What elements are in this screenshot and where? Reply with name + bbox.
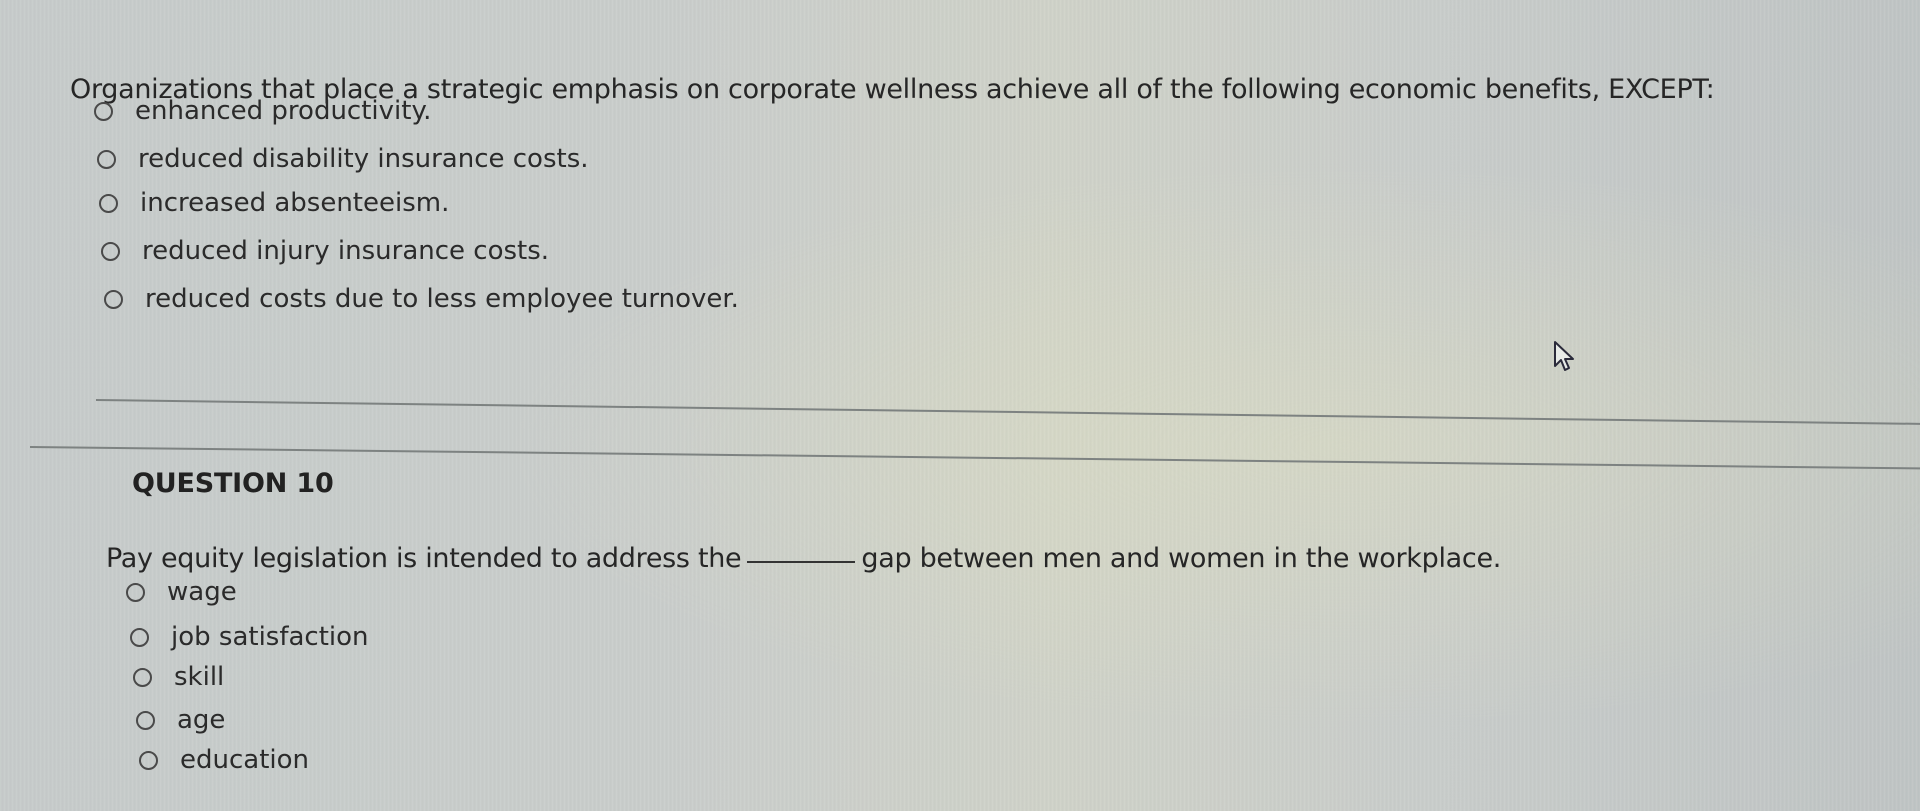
q9-option-1[interactable]: enhanced productivity.	[94, 96, 431, 126]
radio-icon[interactable]	[97, 149, 116, 169]
q9-option-5[interactable]: reduced costs due to less employee turno…	[104, 284, 739, 314]
q10-option-1-label: wage	[167, 577, 237, 607]
q9-option-3[interactable]: increased absenteeism.	[99, 188, 449, 218]
section-divider-top	[95, 399, 1920, 425]
section-divider-bottom	[29, 446, 1920, 470]
radio-icon[interactable]	[133, 667, 152, 687]
answer-blank	[747, 561, 856, 563]
radio-icon[interactable]	[94, 101, 113, 121]
q10-option-5-label: education	[180, 745, 310, 775]
q9-option-4[interactable]: reduced injury insurance costs.	[101, 236, 549, 266]
q9-option-4-label: reduced injury insurance costs.	[142, 236, 550, 266]
prompt-before-blank: Pay equity legislation is intended to ad…	[106, 543, 742, 574]
question-10-prompt: Pay equity legislation is intended to ad…	[106, 543, 1501, 574]
radio-icon[interactable]	[136, 710, 155, 730]
radio-icon[interactable]	[126, 582, 145, 602]
q10-option-2-label: job satisfaction	[171, 622, 369, 652]
q10-option-3-label: skill	[174, 662, 225, 692]
prompt-after-blank: gap between men and women in the workpla…	[861, 543, 1502, 574]
radio-icon[interactable]	[139, 750, 158, 770]
q9-option-5-label: reduced costs due to less employee turno…	[145, 284, 739, 314]
radio-icon[interactable]	[130, 627, 149, 647]
q9-option-2[interactable]: reduced disability insurance costs.	[97, 144, 589, 174]
q9-option-3-label: increased absenteeism.	[140, 188, 450, 218]
question-10-heading: QUESTION 10	[132, 468, 334, 499]
radio-icon[interactable]	[99, 193, 118, 213]
q10-option-4-label: age	[177, 705, 226, 735]
q10-option-1[interactable]: wage	[126, 577, 237, 607]
radio-icon[interactable]	[104, 289, 123, 309]
q10-option-5[interactable]: education	[139, 745, 309, 775]
q10-option-2[interactable]: job satisfaction	[130, 622, 369, 652]
q9-option-2-label: reduced disability insurance costs.	[138, 144, 589, 174]
mouse-pointer-icon	[1554, 341, 1574, 371]
radio-icon[interactable]	[101, 241, 120, 261]
q10-option-4[interactable]: age	[136, 705, 225, 735]
q10-option-3[interactable]: skill	[133, 662, 224, 692]
q9-option-1-label: enhanced productivity.	[135, 96, 432, 126]
